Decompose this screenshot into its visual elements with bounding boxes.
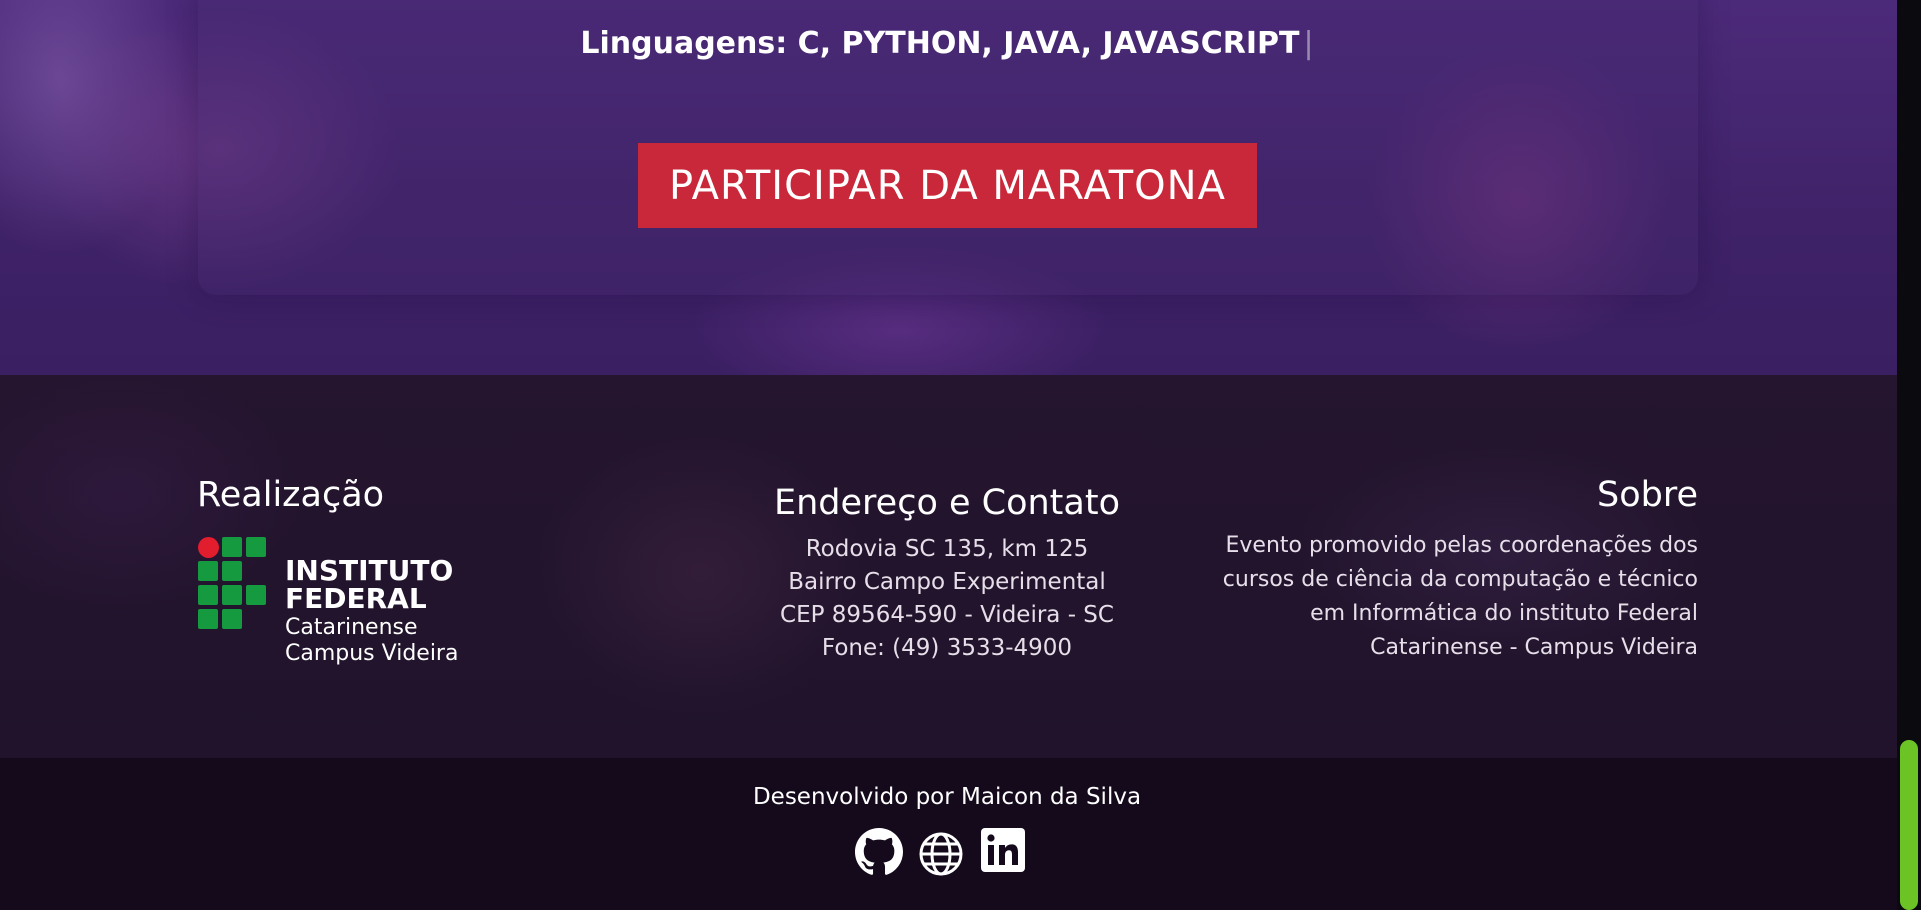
- contact-title: Endereço e Contato: [774, 483, 1120, 523]
- social-links: [855, 828, 1027, 876]
- globe-icon[interactable]: [917, 828, 965, 876]
- logo-campus: Campus Videira: [285, 641, 459, 666]
- scrollbar-thumb[interactable]: [1900, 740, 1918, 910]
- if-catarinense-logo[interactable]: INSTITUTO FEDERAL Catarinense Campus Vid…: [198, 537, 578, 665]
- hero-section: Linguagens: C, PYTHON, JAVA, JAVASCRIPT |…: [0, 0, 1897, 375]
- address-line: Rodovia SC 135, km 125: [805, 536, 1089, 562]
- about-title: Sobre: [1596, 475, 1698, 515]
- github-icon[interactable]: [855, 828, 903, 876]
- footer: Realização INSTITUTO FEDERAL Catarinense…: [0, 375, 1897, 758]
- participate-button[interactable]: PARTICIPAR DA MARATONA: [638, 143, 1257, 228]
- about-text: Evento promovido pelas coordenações dos …: [1222, 533, 1698, 660]
- languages-label: Linguagens: C, PYTHON, JAVA, JAVASCRIPT: [580, 26, 1300, 61]
- linkedin-icon[interactable]: [979, 828, 1027, 876]
- languages-text: Linguagens: C, PYTHON, JAVA, JAVASCRIPT |: [0, 26, 1894, 61]
- logo-text: INSTITUTO FEDERAL Catarinense Campus Vid…: [285, 557, 578, 665]
- contact-column: Endereço e Contato Rodovia SC 135, km 12…: [700, 483, 1194, 665]
- bottom-bar: Desenvolvido por Maicon da Silva: [0, 758, 1897, 910]
- neighborhood-line: Bairro Campo Experimental: [788, 569, 1106, 595]
- realizacao-title: Realização: [197, 475, 385, 515]
- typing-caret: |: [1303, 26, 1314, 61]
- logo-red-dot: [198, 537, 219, 558]
- phone-line: Fone: (49) 3533-4900: [821, 635, 1073, 661]
- logo-catarinense: Catarinense: [285, 615, 418, 640]
- about-column: Sobre Evento promovido pelas coordenaçõe…: [1190, 475, 1698, 665]
- logo-institute: INSTITUTO FEDERAL: [285, 554, 454, 615]
- cep-line: CEP 89564-590 - Videira - SC: [780, 602, 1114, 628]
- developer-credit: Desenvolvido por Maicon da Silva: [752, 784, 1142, 810]
